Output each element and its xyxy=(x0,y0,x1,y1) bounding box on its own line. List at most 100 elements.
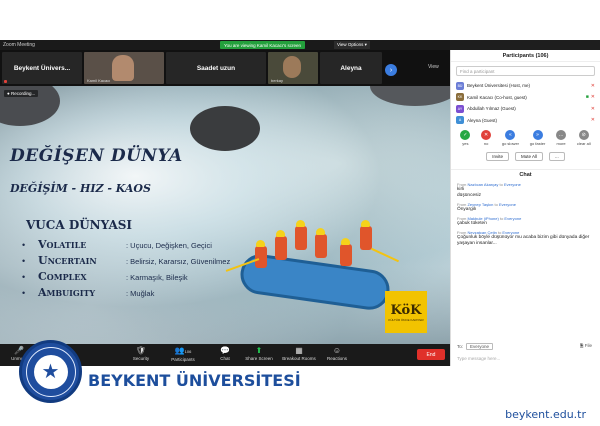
participant-name: Beykent Üniversitesi (Host, me) xyxy=(467,83,531,89)
more-options-button[interactable]: ... xyxy=(549,152,565,161)
message-text: Çoğunluk böyle düşünüyor mu acaba bizim … xyxy=(457,235,590,246)
view-options-button[interactable]: View Options ▾ xyxy=(334,41,370,49)
reaction-label: clear all xyxy=(576,141,591,146)
participant-search-input[interactable]: Find a participant xyxy=(456,66,595,76)
avatar: A xyxy=(456,116,464,125)
tile-name: Beykent Ünivers... xyxy=(13,64,71,72)
vuca-definition: : Karmaşık, Bileşik xyxy=(126,273,188,282)
video-tile[interactable]: Kamil Kacacı xyxy=(84,52,164,84)
mic-muted-icon: ✕ xyxy=(590,82,595,89)
vuca-list: • Volatile : Uçucu, Değişken, Geçici • U… xyxy=(22,238,230,302)
vuca-definition: : Muğlak xyxy=(126,289,155,298)
viewing-screen-banner: You are viewing Kamil Kacacı's screen xyxy=(220,41,305,49)
slide-heading: VUCA DÜNYASI xyxy=(26,218,133,232)
paddle xyxy=(370,247,400,263)
mute-all-button[interactable]: Mute All xyxy=(514,152,543,161)
participant-row[interactable]: BÜ Beykent Üniversitesi (Host, me) ✕ xyxy=(451,80,600,92)
list-item: • Volatile : Uçucu, Değişken, Geçici xyxy=(22,238,230,254)
bullet-icon: • xyxy=(22,272,26,282)
helmet xyxy=(361,220,370,227)
tile-name: Aleyna xyxy=(340,64,362,72)
mic-muted-icon: ✕ xyxy=(590,105,595,112)
rafter xyxy=(275,236,287,260)
video-tile[interactable]: Beykent Ünivers... xyxy=(2,52,82,84)
slower-icon: « xyxy=(505,130,516,140)
reaction-clear-all[interactable]: ⊘ clear all xyxy=(577,130,591,146)
more-icon: … xyxy=(556,130,567,140)
vuca-term: Ambuigity xyxy=(38,286,96,299)
reaction-label: yes xyxy=(462,141,469,146)
video-strip: Beykent Ünivers... Kamil Kacacı Saadet u… xyxy=(0,50,450,86)
video-tile[interactable]: berkay xyxy=(268,52,318,84)
vuca-definition: : Belirsiz, Kararsız, Güvenilmez xyxy=(126,257,231,266)
reaction-label: go slower xyxy=(501,141,519,146)
bullet-icon: • xyxy=(22,256,26,266)
participants-header: Participants (106) xyxy=(451,50,600,62)
tile-name: Saadet uzun xyxy=(196,64,236,72)
shared-slide: ● Recording... DEĞİŞEN DÜNYA DEĞİŞİM - H… xyxy=(0,86,450,344)
reaction-no[interactable]: ✕ no xyxy=(481,130,492,146)
helmet xyxy=(341,238,350,245)
list-item: • Complex : Karmaşık, Bileşik xyxy=(22,270,230,286)
university-url[interactable]: beykent.edu.tr xyxy=(505,408,586,421)
participant-actions: Invite Mute All ... xyxy=(451,152,600,161)
vuca-term: Volatile xyxy=(38,238,87,251)
university-footer: ★ BEYKENT ÜNİVERSİTESİ beykent.edu.tr xyxy=(0,340,600,426)
kok-logo-caption: KÜLTÜR ÖNCE KARIYER xyxy=(388,317,424,322)
tile-caption: Kamil Kacacı xyxy=(87,78,111,83)
helmet xyxy=(256,240,265,247)
mute-icon xyxy=(4,80,7,83)
message-text: çabuk tüketen xyxy=(457,221,487,226)
participant-row[interactable]: KK Kamil Kacacı (Co-host, guest) ■ ✕ xyxy=(451,92,600,104)
reaction-go-faster[interactable]: » go faster xyxy=(529,130,546,146)
check-icon: ✓ xyxy=(460,130,471,140)
next-page-icon[interactable]: › xyxy=(385,64,397,76)
rafter xyxy=(315,234,327,258)
university-name: BEYKENT ÜNİVERSİTESİ xyxy=(88,371,301,390)
university-seal-logo: ★ xyxy=(19,340,82,403)
clear-icon: ⊘ xyxy=(578,130,589,140)
to-prefix: to xyxy=(499,182,503,187)
bullet-icon: • xyxy=(22,288,26,298)
rafter xyxy=(360,226,372,250)
reaction-go-slower[interactable]: «go slower xyxy=(502,130,519,146)
slide-title: DEĞİŞEN DÜNYA xyxy=(10,146,183,166)
video-on-icon: ■ xyxy=(585,94,589,101)
message-text: kirli düşüncesiz xyxy=(457,187,481,198)
reaction-label: no xyxy=(483,141,489,146)
participant-row[interactable]: A Aleyna (Guest) ✕ xyxy=(451,115,600,127)
video-tile[interactable]: Aleyna xyxy=(320,52,382,84)
invite-button[interactable]: Invite xyxy=(486,152,509,161)
rafter xyxy=(340,244,352,266)
video-tile[interactable]: Saadet uzun xyxy=(166,52,266,84)
recording-indicator: ● Recording... xyxy=(4,90,39,97)
kok-logo-mark: KöK xyxy=(390,302,422,318)
reaction-label: more xyxy=(556,141,566,146)
reaction-label: go faster xyxy=(529,141,546,146)
avatar: AY xyxy=(456,104,464,113)
reaction-yes[interactable]: ✓ yes xyxy=(460,130,471,146)
recipient-name: Everyone xyxy=(504,216,522,221)
participant-name: Abdullah Yılmaz (Guest) xyxy=(467,106,516,112)
avatar: BÜ xyxy=(456,81,464,90)
vuca-term: Uncertain xyxy=(38,254,97,267)
reaction-more[interactable]: … more xyxy=(556,130,567,146)
chat-message: From Makbule (iPhone) to Everyone çabuk … xyxy=(451,214,600,228)
participant-name: Kamil Kacacı (Co-host, guest) xyxy=(467,94,527,100)
list-item: • Uncertain : Belirsiz, Kararsız, Güveni… xyxy=(22,254,230,270)
participant-row[interactable]: AY Abdullah Yılmaz (Guest) ✕ xyxy=(451,103,600,115)
speaker-face xyxy=(112,55,134,81)
view-button[interactable]: View xyxy=(428,64,439,70)
sender-name: Nazlıcan Akarçay xyxy=(467,182,499,187)
chat-header: Chat xyxy=(451,169,600,180)
rock xyxy=(370,86,450,106)
recipient-name: Everyone xyxy=(499,202,516,207)
chat-message: From Nevzatcan Çetin to Everyone Çoğunlu… xyxy=(451,228,600,248)
slide-subtitle: DEĞİŞİM - HIZ - KAOS xyxy=(10,182,151,195)
rafter xyxy=(255,246,267,268)
helmet xyxy=(276,230,285,237)
to-prefix: to xyxy=(494,202,498,207)
helmet xyxy=(316,228,325,235)
mic-muted-icon: ✕ xyxy=(590,117,595,124)
chat-message: From Nazlıcan Akarçay to Everyone kirli … xyxy=(451,180,600,200)
